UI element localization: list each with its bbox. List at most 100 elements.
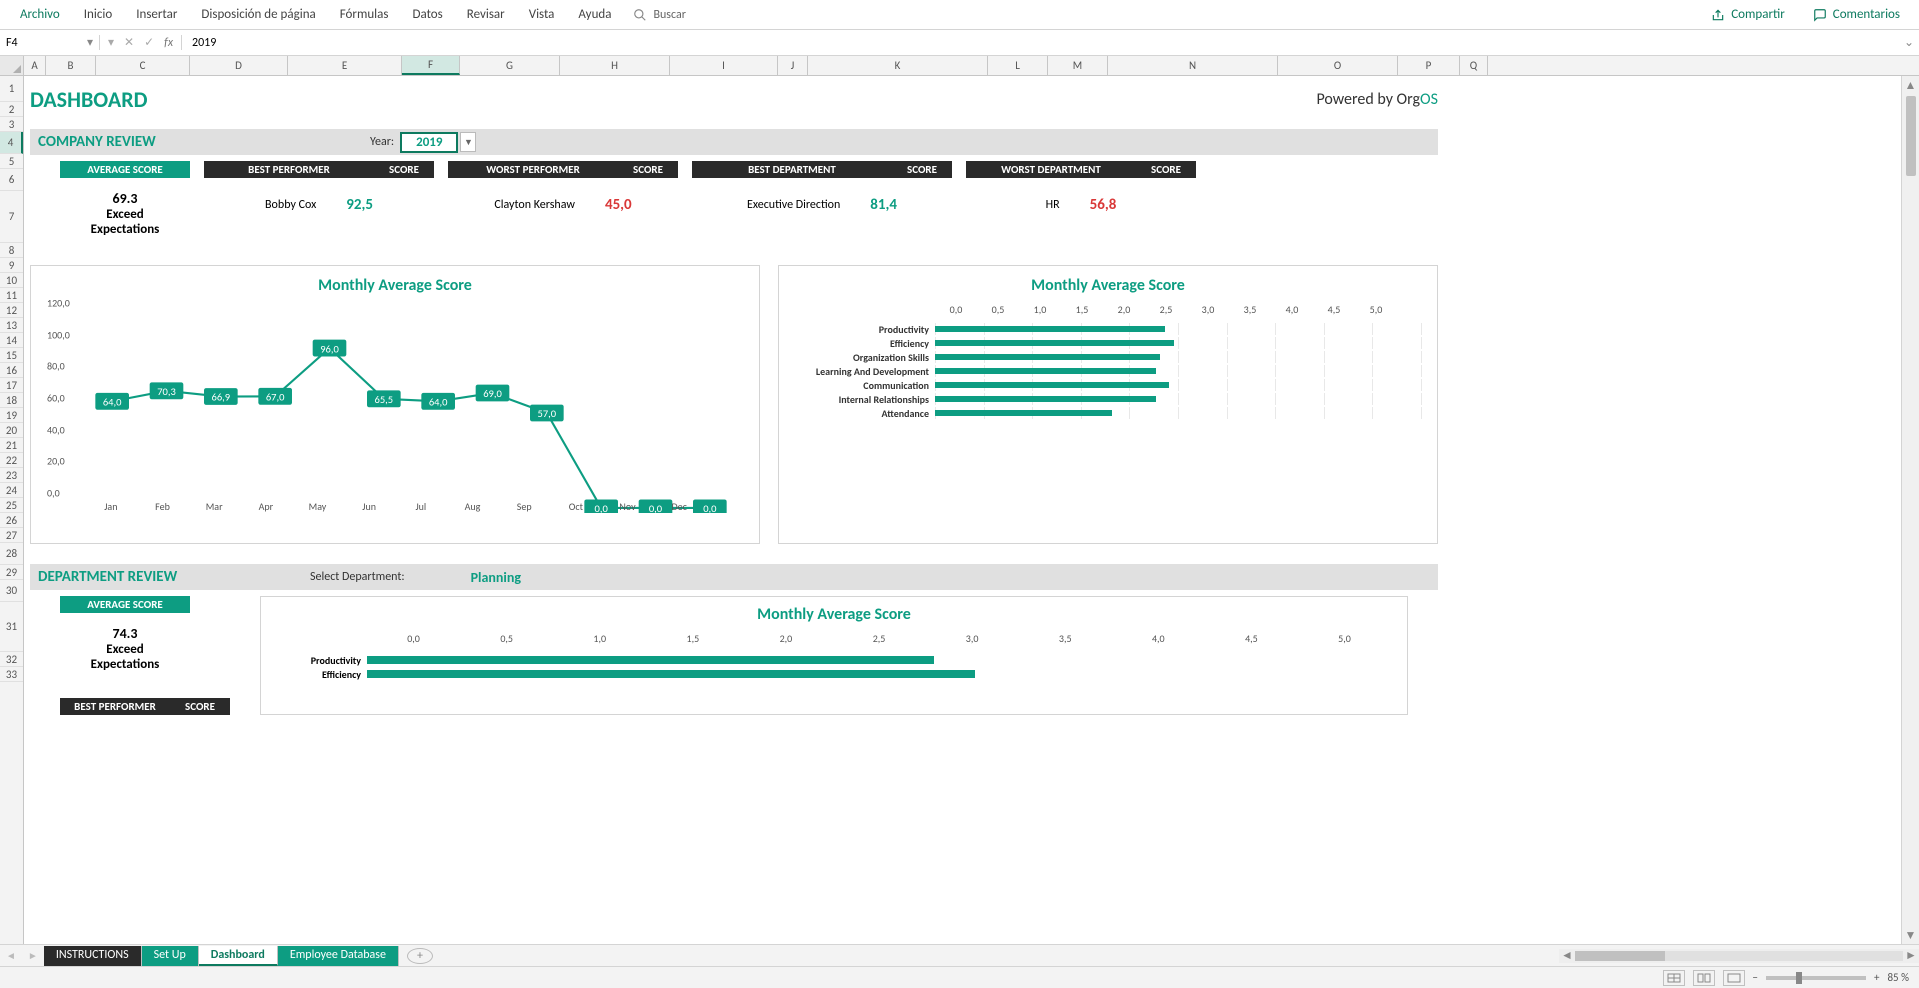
menu-revisar[interactable]: Revisar: [455, 7, 517, 22]
formula-input[interactable]: 2019: [182, 36, 1899, 50]
year-dropdown-icon[interactable]: ▼: [460, 132, 476, 152]
fx-icon[interactable]: fx: [164, 36, 173, 50]
formula-bar-expand-icon[interactable]: ⌄: [1899, 35, 1919, 50]
col-header-B[interactable]: B: [46, 56, 96, 75]
col-header-E[interactable]: E: [288, 56, 402, 75]
menu-archivo[interactable]: Archivo: [8, 7, 72, 22]
col-header-K[interactable]: K: [808, 56, 988, 75]
row-header-22[interactable]: 22: [0, 453, 23, 468]
row-header-12[interactable]: 12: [0, 303, 23, 318]
col-header-N[interactable]: N: [1108, 56, 1278, 75]
col-header-C[interactable]: C: [96, 56, 190, 75]
sheet-tab-instructions[interactable]: INSTRUCTIONS: [44, 946, 142, 966]
dept-left: AVERAGE SCORE 74.3 Exceed Expectations B…: [60, 596, 240, 715]
menu-formulas[interactable]: Fórmulas: [328, 7, 401, 22]
row-header-1[interactable]: 1: [0, 76, 23, 102]
view-normal-icon[interactable]: [1663, 970, 1685, 986]
row-header-4[interactable]: 4: [0, 132, 23, 154]
tab-nav-next-icon[interactable]: ►: [22, 949, 44, 962]
zoom-level[interactable]: 85 %: [1887, 971, 1909, 984]
col-header-J[interactable]: J: [778, 56, 808, 75]
sheet-tab-employee-database[interactable]: Employee Database: [278, 946, 399, 966]
col-header-M[interactable]: M: [1048, 56, 1108, 75]
col-header-F[interactable]: F: [402, 56, 460, 75]
menu-inicio[interactable]: Inicio: [72, 7, 124, 22]
scroll-down-icon[interactable]: ▼: [1902, 926, 1919, 944]
worksheet[interactable]: DASHBOARD Powered by OrgOS COMPANY REVIE…: [24, 76, 1901, 944]
menu-datos[interactable]: Datos: [400, 7, 454, 22]
view-page-break-icon[interactable]: [1723, 970, 1745, 986]
comments-button[interactable]: Comentarios: [1802, 2, 1911, 27]
row-header-21[interactable]: 21: [0, 438, 23, 453]
name-box[interactable]: F4 ▾: [0, 35, 100, 50]
row-header-15[interactable]: 15: [0, 348, 23, 363]
sheet-tab-dashboard[interactable]: Dashboard: [199, 946, 278, 966]
tab-nav-prev-icon[interactable]: ◄: [0, 949, 22, 962]
row-header-28[interactable]: 28: [0, 543, 23, 565]
zoom-in-icon[interactable]: +: [1874, 971, 1879, 984]
col-header-P[interactable]: P: [1398, 56, 1460, 75]
col-header-G[interactable]: G: [460, 56, 560, 75]
row-header-30[interactable]: 30: [0, 580, 23, 602]
col-header-A[interactable]: A: [24, 56, 46, 75]
row-header-26[interactable]: 26: [0, 513, 23, 528]
row-header-13[interactable]: 13: [0, 318, 23, 333]
row-header-6[interactable]: 6: [0, 169, 23, 191]
row-header-7[interactable]: 7: [0, 191, 23, 243]
row-header-18[interactable]: 18: [0, 393, 23, 408]
row-header-2[interactable]: 2: [0, 102, 23, 117]
zoom-out-icon[interactable]: −: [1753, 971, 1758, 984]
menu-ayuda[interactable]: Ayuda: [566, 7, 623, 22]
scroll-thumb[interactable]: [1906, 96, 1916, 176]
vertical-scrollbar[interactable]: ▲ ▼: [1901, 76, 1919, 944]
menu-insertar[interactable]: Insertar: [124, 7, 189, 22]
name-box-dropdown-icon[interactable]: ▾: [87, 35, 93, 50]
row-header-24[interactable]: 24: [0, 483, 23, 498]
sheet-tab-set-up[interactable]: Set Up: [142, 946, 199, 966]
row-header-25[interactable]: 25: [0, 498, 23, 513]
hscroll-left-icon[interactable]: ◄: [1559, 948, 1575, 963]
share-button[interactable]: Compartir: [1700, 2, 1796, 27]
row-header-20[interactable]: 20: [0, 423, 23, 438]
menu-disposicion[interactable]: Disposición de página: [189, 7, 327, 22]
col-header-L[interactable]: L: [988, 56, 1048, 75]
powered-by-os: OS: [1420, 90, 1438, 109]
row-header-8[interactable]: 8: [0, 243, 23, 258]
row-header-29[interactable]: 29: [0, 565, 23, 580]
row-header-19[interactable]: 19: [0, 408, 23, 423]
row-header-10[interactable]: 10: [0, 273, 23, 288]
confirm-icon[interactable]: ✓: [144, 35, 154, 50]
cancel-icon[interactable]: ✕: [124, 35, 134, 50]
hscroll-right-icon[interactable]: ►: [1903, 948, 1919, 963]
hscroll-thumb[interactable]: [1575, 951, 1665, 961]
select-all-cell[interactable]: [0, 56, 24, 75]
dept-selected[interactable]: Planning: [411, 569, 581, 586]
col-header-Q[interactable]: Q: [1460, 56, 1488, 75]
row-header-11[interactable]: 11: [0, 288, 23, 303]
view-page-layout-icon[interactable]: [1693, 970, 1715, 986]
row-header-5[interactable]: 5: [0, 154, 23, 169]
row-header-23[interactable]: 23: [0, 468, 23, 483]
tell-me-search[interactable]: Buscar: [623, 8, 695, 22]
row-header-17[interactable]: 17: [0, 378, 23, 393]
add-sheet-button[interactable]: +: [407, 948, 433, 964]
row-header-31[interactable]: 31: [0, 602, 23, 652]
bar-chart-category: Efficiency: [795, 337, 935, 350]
expand-formula-icon[interactable]: ▾: [108, 35, 114, 50]
col-header-O[interactable]: O: [1278, 56, 1398, 75]
row-header-27[interactable]: 27: [0, 528, 23, 543]
row-header-33[interactable]: 33: [0, 667, 23, 682]
zoom-slider[interactable]: [1766, 976, 1866, 980]
row-header-16[interactable]: 16: [0, 363, 23, 378]
row-header-3[interactable]: 3: [0, 117, 23, 132]
horizontal-scrollbar[interactable]: ◄ ►: [1559, 949, 1919, 963]
row-header-32[interactable]: 32: [0, 652, 23, 667]
col-header-D[interactable]: D: [190, 56, 288, 75]
menu-vista[interactable]: Vista: [517, 7, 567, 22]
year-cell[interactable]: 2019: [400, 132, 458, 153]
col-header-I[interactable]: I: [670, 56, 778, 75]
col-header-H[interactable]: H: [560, 56, 670, 75]
scroll-up-icon[interactable]: ▲: [1902, 76, 1919, 94]
row-header-14[interactable]: 14: [0, 333, 23, 348]
row-header-9[interactable]: 9: [0, 258, 23, 273]
